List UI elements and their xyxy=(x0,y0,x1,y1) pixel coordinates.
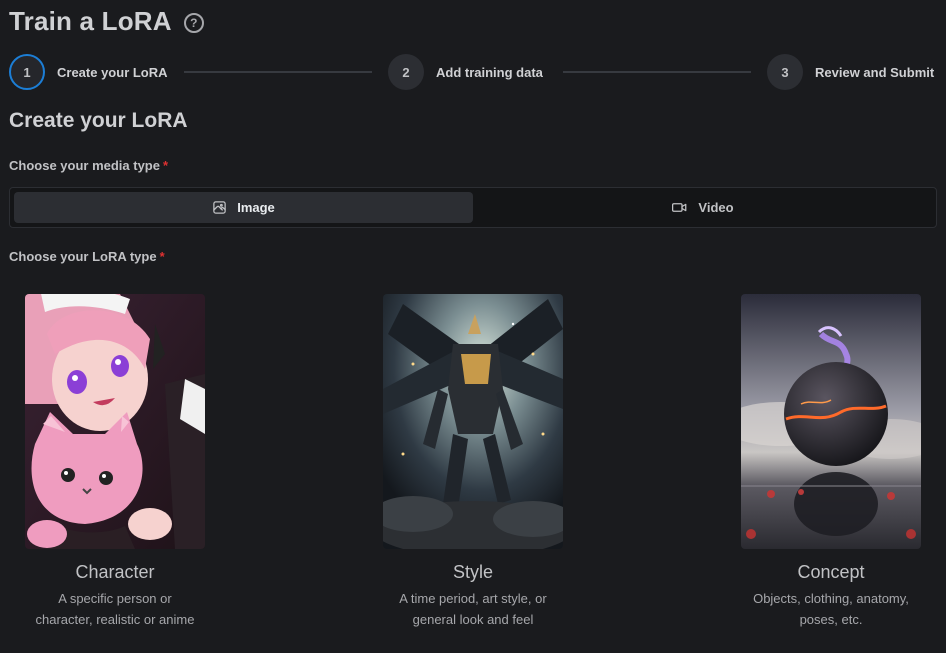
step-label: Create your LoRA xyxy=(57,64,168,80)
lora-type-title: Concept xyxy=(797,562,865,582)
character-thumbnail xyxy=(25,294,205,549)
media-option-label: Image xyxy=(237,200,275,215)
question-circle-icon[interactable]: ? xyxy=(183,12,204,33)
step-connector xyxy=(563,71,751,73)
step-label: Add training data xyxy=(436,64,543,80)
required-mark: * xyxy=(162,158,169,173)
lora-type-title: Character xyxy=(75,562,155,582)
page-header: Train a LoRA ? xyxy=(9,6,204,37)
lora-type-style[interactable]: Style A time period, art style, or gener… xyxy=(353,294,593,630)
step-add-training-data[interactable]: 2 Add training data xyxy=(388,54,543,90)
media-type-label: Choose your media type * xyxy=(9,158,168,173)
lora-type-label-text: Choose your LoRA type xyxy=(9,249,157,264)
description-line: A time period, art style, or xyxy=(399,591,547,606)
step-review-submit[interactable]: 3 Review and Submit xyxy=(767,54,934,90)
style-thumbnail xyxy=(383,294,563,549)
page-title: Train a LoRA xyxy=(9,6,172,36)
media-type-selector: Image Video xyxy=(9,187,937,228)
media-option-image[interactable]: Image xyxy=(14,192,473,223)
lora-type-character[interactable]: Character A specific person or character… xyxy=(0,294,235,630)
required-mark: * xyxy=(159,249,165,264)
concept-thumbnail xyxy=(741,294,921,549)
step-number: 1 xyxy=(9,54,45,90)
lora-type-concept[interactable]: Concept Objects, clothing, anatomy, pose… xyxy=(711,294,946,630)
lora-type-label: Choose your LoRA type * xyxy=(9,249,165,264)
video-camera-icon xyxy=(672,203,687,212)
description-line: A specific person or xyxy=(58,591,172,606)
description-line: general look and feel xyxy=(412,612,534,627)
step-number: 2 xyxy=(388,54,424,90)
media-option-label: Video xyxy=(698,200,734,215)
lora-type-description: A time period, art style, or general loo… xyxy=(353,588,593,630)
step-create-lora[interactable]: 1 Create your LoRA xyxy=(9,54,168,90)
image-icon xyxy=(213,201,226,214)
stepper: 1 Create your LoRA 2 Add training data 3… xyxy=(9,54,939,90)
lora-type-title: Style xyxy=(452,562,494,582)
section-title: Create your LoRA xyxy=(9,109,188,132)
description-line: Objects, clothing, anatomy, xyxy=(753,591,909,606)
media-option-video[interactable]: Video xyxy=(473,192,932,223)
train-lora-page: Train a LoRA ? 1 Create your LoRA 2 Add … xyxy=(0,0,946,653)
lora-type-description: A specific person or character, realisti… xyxy=(0,588,235,630)
lora-type-options: Character A specific person or character… xyxy=(0,294,946,634)
step-number: 3 xyxy=(767,54,803,90)
description-line: character, realistic or anime xyxy=(35,612,195,627)
description-line: poses, etc. xyxy=(799,612,863,627)
step-connector xyxy=(184,71,372,73)
lora-type-description: Objects, clothing, anatomy, poses, etc. xyxy=(711,588,946,630)
step-label: Review and Submit xyxy=(815,64,935,80)
media-type-label-text: Choose your media type xyxy=(9,158,160,173)
